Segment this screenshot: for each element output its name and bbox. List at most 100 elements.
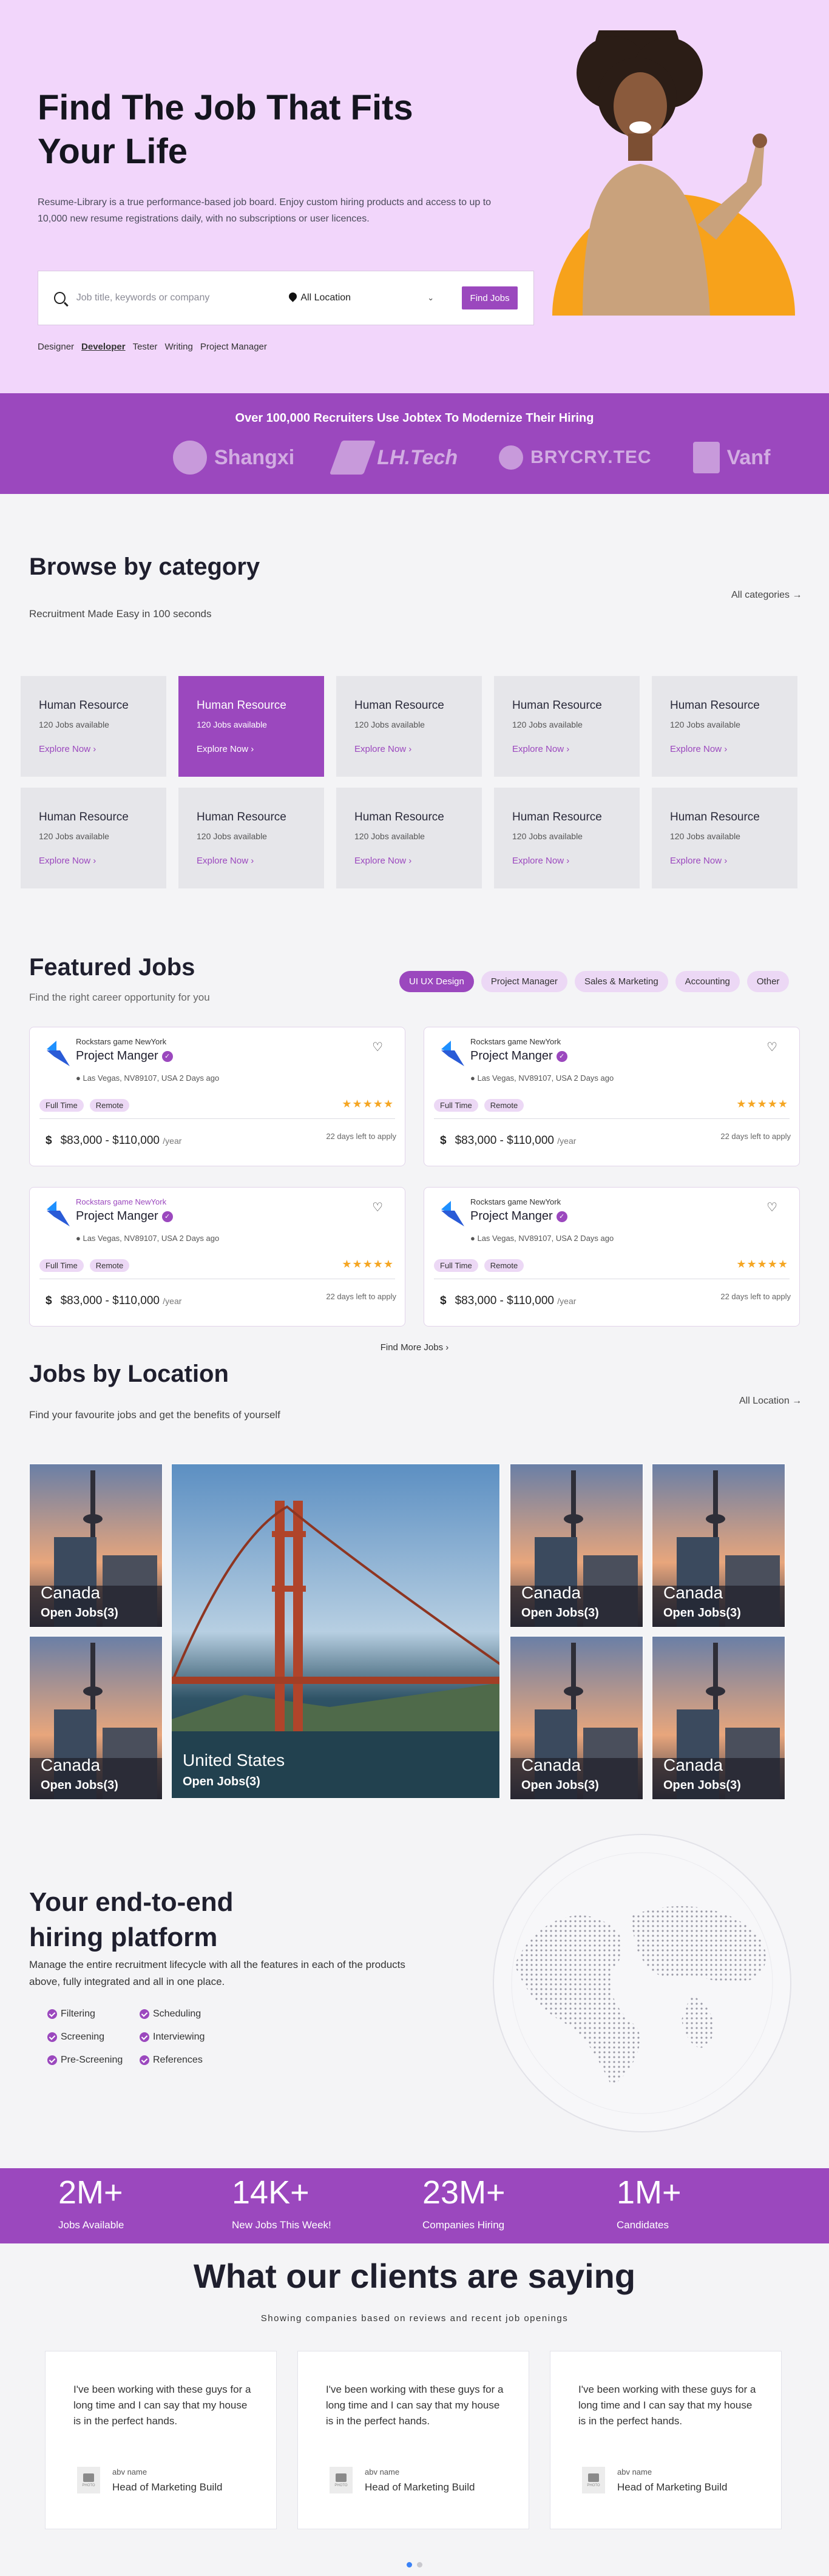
testimonial-role: Head of Marketing Build xyxy=(617,2481,728,2493)
keyword-search-input[interactable] xyxy=(76,292,277,303)
check-icon xyxy=(47,2055,57,2065)
location-title: Jobs by Location xyxy=(29,1361,229,1387)
carousel-dot[interactable] xyxy=(407,2562,412,2568)
favorite-heart-icon[interactable]: ♡ xyxy=(766,1200,777,1215)
explore-now-link[interactable]: Explore Now › xyxy=(354,856,465,866)
location-tile[interactable]: Canada Open Jobs(3) xyxy=(29,1636,163,1800)
location-tile[interactable]: Canada Open Jobs(3) xyxy=(510,1464,643,1628)
category-title: Human Resource xyxy=(512,699,602,712)
explore-now-link[interactable]: Explore Now › xyxy=(39,744,149,754)
category-card[interactable]: Human Resource 120 Jobs available Explore … xyxy=(494,676,640,777)
testimonial-name: abv name xyxy=(112,2467,147,2476)
location-tile[interactable]: United States Open Jobs(3) xyxy=(171,1464,500,1799)
testimonial-card: I've been working with these guys for a … xyxy=(550,2351,782,2529)
testimonial-quote: I've been working with these guys for a … xyxy=(326,2384,504,2427)
company-logo-icon xyxy=(441,1041,464,1066)
location-tile[interactable]: Canada Open Jobs(3) xyxy=(652,1636,785,1800)
badge-remote: Remote xyxy=(484,1099,524,1112)
job-role[interactable]: Project Manger ✓ xyxy=(470,1049,567,1063)
search-icon xyxy=(54,292,66,304)
location-tile[interactable]: Canada Open Jobs(3) xyxy=(510,1636,643,1800)
job-role[interactable]: Project Manger ✓ xyxy=(470,1209,567,1223)
chevron-down-icon: ⌄ xyxy=(427,293,435,302)
carousel-dot[interactable] xyxy=(417,2562,422,2568)
filter-sales-marketing[interactable]: Sales & Marketing xyxy=(574,971,668,992)
company-logo-icon xyxy=(47,1201,70,1226)
filter-ui-ux[interactable]: UI UX Design xyxy=(399,971,474,992)
check-icon xyxy=(140,2055,149,2065)
tag-developer[interactable]: Developer xyxy=(81,342,126,352)
favorite-heart-icon[interactable]: ♡ xyxy=(372,1040,383,1055)
company-name: Rockstars game NewYork xyxy=(76,1037,167,1046)
badge-remote: Remote xyxy=(89,1259,130,1272)
check-icon xyxy=(140,2009,149,2019)
avatar: PHOTO xyxy=(77,2467,100,2493)
logo-lhtech-text: LH.Tech xyxy=(377,445,458,469)
rating-stars: ★★★★★ xyxy=(342,1098,394,1110)
explore-now-link[interactable]: Explore Now › xyxy=(512,856,623,866)
hero-title-line2: Your Life xyxy=(38,132,188,171)
category-card[interactable]: Human Resource 120 Jobs available Explore … xyxy=(652,676,797,777)
photo-placeholder-icon xyxy=(336,2473,347,2482)
stat-new-jobs: 14K+ New Jobs This Week! xyxy=(232,2174,331,2231)
favorite-heart-icon[interactable]: ♡ xyxy=(766,1040,777,1055)
job-card[interactable]: Rockstars game NewYork Project Manger ✓ ●… xyxy=(424,1187,800,1327)
category-card[interactable]: Human Resource 120 Jobs available Explore … xyxy=(21,676,166,777)
tag-project-manager[interactable]: Project Manager xyxy=(200,342,267,352)
filter-accounting[interactable]: Accounting xyxy=(675,971,740,992)
explore-now-link[interactable]: Explore Now › xyxy=(197,856,307,866)
category-card[interactable]: Human Resource 120 Jobs available Explore … xyxy=(178,676,324,777)
favorite-heart-icon[interactable]: ♡ xyxy=(372,1200,383,1215)
all-categories-link[interactable]: All categories → xyxy=(731,590,802,601)
find-jobs-button[interactable]: Find Jobs xyxy=(462,286,518,309)
badge-full-time: Full Time xyxy=(434,1099,478,1112)
logo-lhtech: LH.Tech xyxy=(330,441,458,475)
category-count: 120 Jobs available xyxy=(670,720,740,729)
location-value: All Location xyxy=(300,292,351,303)
browse-title: Browse by category xyxy=(29,553,260,580)
testimonial-person: PHOTO abv name Head of Marketing Build xyxy=(77,2467,222,2493)
location-tile[interactable]: Canada Open Jobs(3) xyxy=(652,1464,785,1628)
job-role[interactable]: Project Manger ✓ xyxy=(76,1209,173,1223)
hero-section: Find The Job That Fits Your Life Resume-… xyxy=(0,0,829,393)
tag-writing[interactable]: Writing xyxy=(164,342,192,352)
job-card[interactable]: Rockstars game NewYork Project Manger ✓ ●… xyxy=(29,1187,405,1327)
all-location-link[interactable]: All Location → xyxy=(739,1396,802,1407)
tag-tester[interactable]: Tester xyxy=(133,342,158,352)
job-location: ● Las Vegas, NV89107, USA 2 Days ago xyxy=(470,1073,614,1083)
filter-project-manager[interactable]: Project Manager xyxy=(481,971,567,992)
toronto-skyline-image xyxy=(30,1637,162,1799)
category-card[interactable]: Human Resource 120 Jobs available Explore … xyxy=(336,788,482,888)
logo-vanf: Vanf xyxy=(692,442,770,473)
job-card[interactable]: Rockstars game NewYork Project Manger ✓ ●… xyxy=(424,1027,800,1166)
explore-now-link[interactable]: Explore Now › xyxy=(197,744,307,754)
featured-subtitle: Find the right career opportunity for yo… xyxy=(29,992,210,1003)
shangxi-logo-icon xyxy=(173,441,207,475)
explore-now-link[interactable]: Explore Now › xyxy=(354,744,465,754)
tag-designer[interactable]: Designer xyxy=(38,342,74,352)
company-name: Rockstars game NewYork xyxy=(470,1037,561,1046)
category-card[interactable]: Human Resource 120 Jobs available Explore … xyxy=(178,788,324,888)
category-card[interactable]: Human Resource 120 Jobs available Explore … xyxy=(652,788,797,888)
location-select[interactable]: All Location ⌄ xyxy=(289,292,434,303)
category-card[interactable]: Human Resource 120 Jobs available Explore … xyxy=(336,676,482,777)
globe-illustration xyxy=(493,1834,791,2132)
category-title: Human Resource xyxy=(512,811,602,823)
lhtech-logo-icon xyxy=(330,441,376,475)
explore-now-link[interactable]: Explore Now › xyxy=(512,744,623,754)
category-card[interactable]: Human Resource 120 Jobs available Explore … xyxy=(21,788,166,888)
testimonial-name: abv name xyxy=(365,2467,400,2476)
verified-icon: ✓ xyxy=(556,1211,567,1222)
job-card[interactable]: Rockstars game NewYork Project Manger ✓ ●… xyxy=(29,1027,405,1166)
find-more-jobs-link[interactable]: Find More Jobs › xyxy=(0,1342,829,1353)
location-tile[interactable]: Canada Open Jobs(3) xyxy=(29,1464,163,1628)
filter-other[interactable]: Other xyxy=(746,971,790,992)
explore-now-link[interactable]: Explore Now › xyxy=(670,744,780,754)
explore-now-link[interactable]: Explore Now › xyxy=(670,856,780,866)
company-logo-icon xyxy=(441,1201,464,1226)
explore-now-link[interactable]: Explore Now › xyxy=(39,856,149,866)
category-card[interactable]: Human Resource 120 Jobs available Explore … xyxy=(494,788,640,888)
toronto-skyline-image xyxy=(652,1637,785,1799)
job-role[interactable]: Project Manger ✓ xyxy=(76,1049,173,1063)
category-count: 120 Jobs available xyxy=(39,720,109,729)
